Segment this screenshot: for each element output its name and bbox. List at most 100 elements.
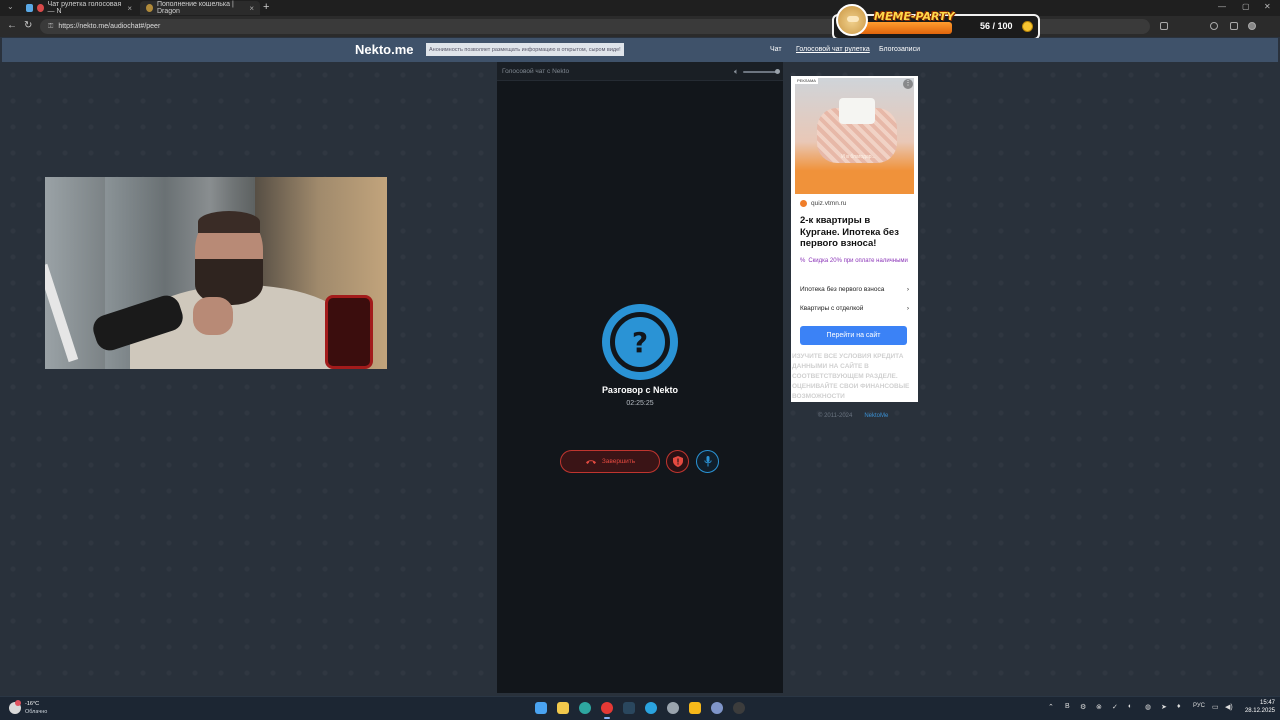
meme-party-overlay: MEME-PARTY 56 / 100: [832, 4, 1040, 40]
end-call-label: Завершить: [601, 458, 636, 465]
close-tab-icon[interactable]: ×: [249, 4, 254, 13]
peer-avatar-inner: ?: [610, 312, 670, 372]
call-timer: 02:25:25: [626, 400, 654, 407]
speaker-icon[interactable]: ◀): [1225, 703, 1233, 711]
sidebar-icon: [26, 4, 33, 12]
clock-time[interactable]: 15:47: [1253, 700, 1275, 706]
close-window-button[interactable]: ✕: [1264, 2, 1271, 11]
app-icon[interactable]: [711, 702, 723, 714]
tray-icon[interactable]: ◍: [1145, 703, 1151, 711]
yandex-browser-icon[interactable]: [601, 702, 613, 719]
footer-link[interactable]: NektoMe: [864, 413, 888, 419]
chat-panel-title: Голосовой чат с Nekto: [502, 68, 570, 75]
tab-nekto-chat[interactable]: Чат рулетка голосовая — N ×: [20, 1, 138, 15]
weather-description[interactable]: Облачно: [25, 709, 47, 715]
webcam-feed: [45, 177, 387, 369]
ad-headline[interactable]: 2-к квартиры в Кургане. Ипотека без перв…: [800, 215, 912, 250]
tray-icon[interactable]: ⊗: [1096, 703, 1102, 711]
settings-icon[interactable]: [667, 702, 679, 714]
site-logo[interactable]: Nekto.me: [355, 42, 414, 57]
language-indicator[interactable]: РУС: [1193, 703, 1205, 709]
ad-link-finished-apartments[interactable]: Квартиры с отделкой ›: [800, 305, 909, 312]
volume-slider-knob[interactable]: [775, 69, 780, 74]
nav-link-chat[interactable]: Чат: [770, 46, 782, 53]
bookmarks-icon[interactable]: [1230, 22, 1238, 30]
tray-icon[interactable]: ⚙: [1080, 703, 1086, 711]
ad-cta-button[interactable]: Перейти на сайт: [800, 326, 907, 345]
new-tab-button[interactable]: +: [263, 1, 269, 13]
ad-promo: % Скидка 20% при оплате наличными: [800, 257, 910, 265]
file-explorer-icon[interactable]: [557, 702, 569, 714]
ad-menu-icon[interactable]: ⋮: [903, 79, 913, 89]
shield-icon: [672, 456, 683, 467]
microphone-icon: [703, 456, 712, 467]
question-mark-icon: ?: [631, 325, 649, 359]
tab-title: Чат рулетка голосовая — N: [47, 1, 122, 15]
browser-toolbar: ← ↻ ⚿ https://nekto.me/audiochat#/peer: [0, 16, 1280, 37]
nav-link-voice-chat[interactable]: Голосовой чат рулетка: [796, 46, 870, 53]
header-notice: Анонимность позволяет размещать информац…: [426, 43, 624, 56]
report-button[interactable]: [666, 450, 689, 473]
volume-slider[interactable]: [743, 71, 779, 73]
site-header: Nekto.me Анонимность позволяет размещать…: [2, 38, 1278, 62]
reload-icon[interactable]: ↻: [24, 20, 32, 31]
edge-icon[interactable]: [579, 702, 591, 714]
telegram-icon[interactable]: [645, 702, 657, 714]
tray-icon[interactable]: B: [1065, 703, 1070, 710]
obs-icon[interactable]: [733, 702, 745, 714]
copyright-text: © 2011-2024: [818, 413, 853, 419]
doge-icon: [836, 4, 868, 36]
nekto-favicon-icon: [36, 4, 44, 12]
tray-icon[interactable]: ◐: [1128, 703, 1132, 710]
weather-temperature[interactable]: -16°C: [25, 701, 39, 707]
windows-taskbar: -16°C Облачно ⌃ B ⚙ ⊗ ✓ ◐ ◍ ➤ ♦ РУС ▭ ◀)…: [0, 696, 1280, 720]
ad-link-label: Квартиры с отделкой: [800, 305, 864, 312]
extensions-icon[interactable]: [1210, 22, 1218, 30]
telegram-tray-icon[interactable]: ➤: [1161, 703, 1167, 711]
close-tab-icon[interactable]: ×: [127, 4, 132, 13]
url-text: https://nekto.me/audiochat#/peer: [58, 23, 161, 30]
ad-image-text: И в благодар...: [841, 154, 876, 160]
profile-avatar-icon[interactable]: [1248, 22, 1256, 30]
ad-image[interactable]: И в благодар...: [795, 78, 914, 194]
microphone-tray-icon[interactable]: ♦: [1177, 703, 1181, 710]
ad-link-mortgage[interactable]: Ипотека без первого взноса ›: [800, 286, 909, 293]
webcam-person-hand: [193, 297, 233, 335]
ad-banner[interactable]: И в благодар... РЕКЛАМА ⋮ quiz.vtmn.ru 2…: [791, 76, 918, 402]
ad-source-favicon-icon: [800, 200, 807, 207]
clock-date[interactable]: 28.12.2025: [1239, 708, 1275, 714]
site-info-icon[interactable]: ⚿: [48, 23, 53, 31]
back-arrow-icon[interactable]: ←: [7, 20, 17, 31]
maximize-button[interactable]: ▢: [1242, 2, 1250, 11]
reader-icon[interactable]: [1160, 22, 1168, 30]
percent-icon: %: [800, 258, 806, 264]
ad-source[interactable]: quiz.vtmn.ru: [800, 200, 846, 207]
ad-disclaimer: ИЗУЧИТЕ ВСЕ УСЛОВИЯ КРЕДИТА ДАННЫМИ НА С…: [792, 353, 910, 400]
volume-icon[interactable]: 🔈︎: [734, 67, 739, 77]
network-icon[interactable]: ▭: [1212, 703, 1219, 711]
ad-source-domain: quiz.vtmn.ru: [811, 200, 847, 207]
mute-microphone-button[interactable]: [696, 450, 719, 473]
ad-link-label: Ипотека без первого взноса: [800, 286, 885, 293]
tab-dragon-wallet[interactable]: Пополнение кошелька | Dragon ×: [140, 1, 260, 15]
app-icon[interactable]: [689, 702, 701, 714]
chevron-right-icon: ›: [906, 286, 909, 293]
copyright: © 2011-2024 NektoMe: [818, 413, 888, 419]
chevron-up-icon[interactable]: ⌃: [1048, 703, 1054, 711]
tray-icon[interactable]: ✓: [1112, 703, 1118, 711]
dragon-favicon-icon: [146, 4, 153, 12]
meme-party-title: MEME-PARTY: [874, 10, 955, 23]
steam-icon[interactable]: [623, 702, 635, 714]
start-icon[interactable]: [535, 702, 547, 714]
notification-badge: [15, 700, 21, 706]
tab-title: Пополнение кошелька | Dragon: [156, 1, 234, 15]
ad-cup: [839, 98, 875, 124]
webcam-chair: [325, 295, 373, 369]
end-call-button[interactable]: Завершить: [560, 450, 660, 473]
ad-promo-text: Скидка 20% при оплате наличными: [808, 258, 908, 264]
chat-panel-header: Голосовой чат с Nekto 🔈︎: [497, 62, 783, 81]
minimize-button[interactable]: —: [1218, 2, 1226, 11]
nav-link-blog[interactable]: Блогозаписи: [879, 46, 920, 53]
coin-icon: [1022, 21, 1033, 32]
tab-list-chevron-icon[interactable]: ⌄: [7, 2, 14, 11]
